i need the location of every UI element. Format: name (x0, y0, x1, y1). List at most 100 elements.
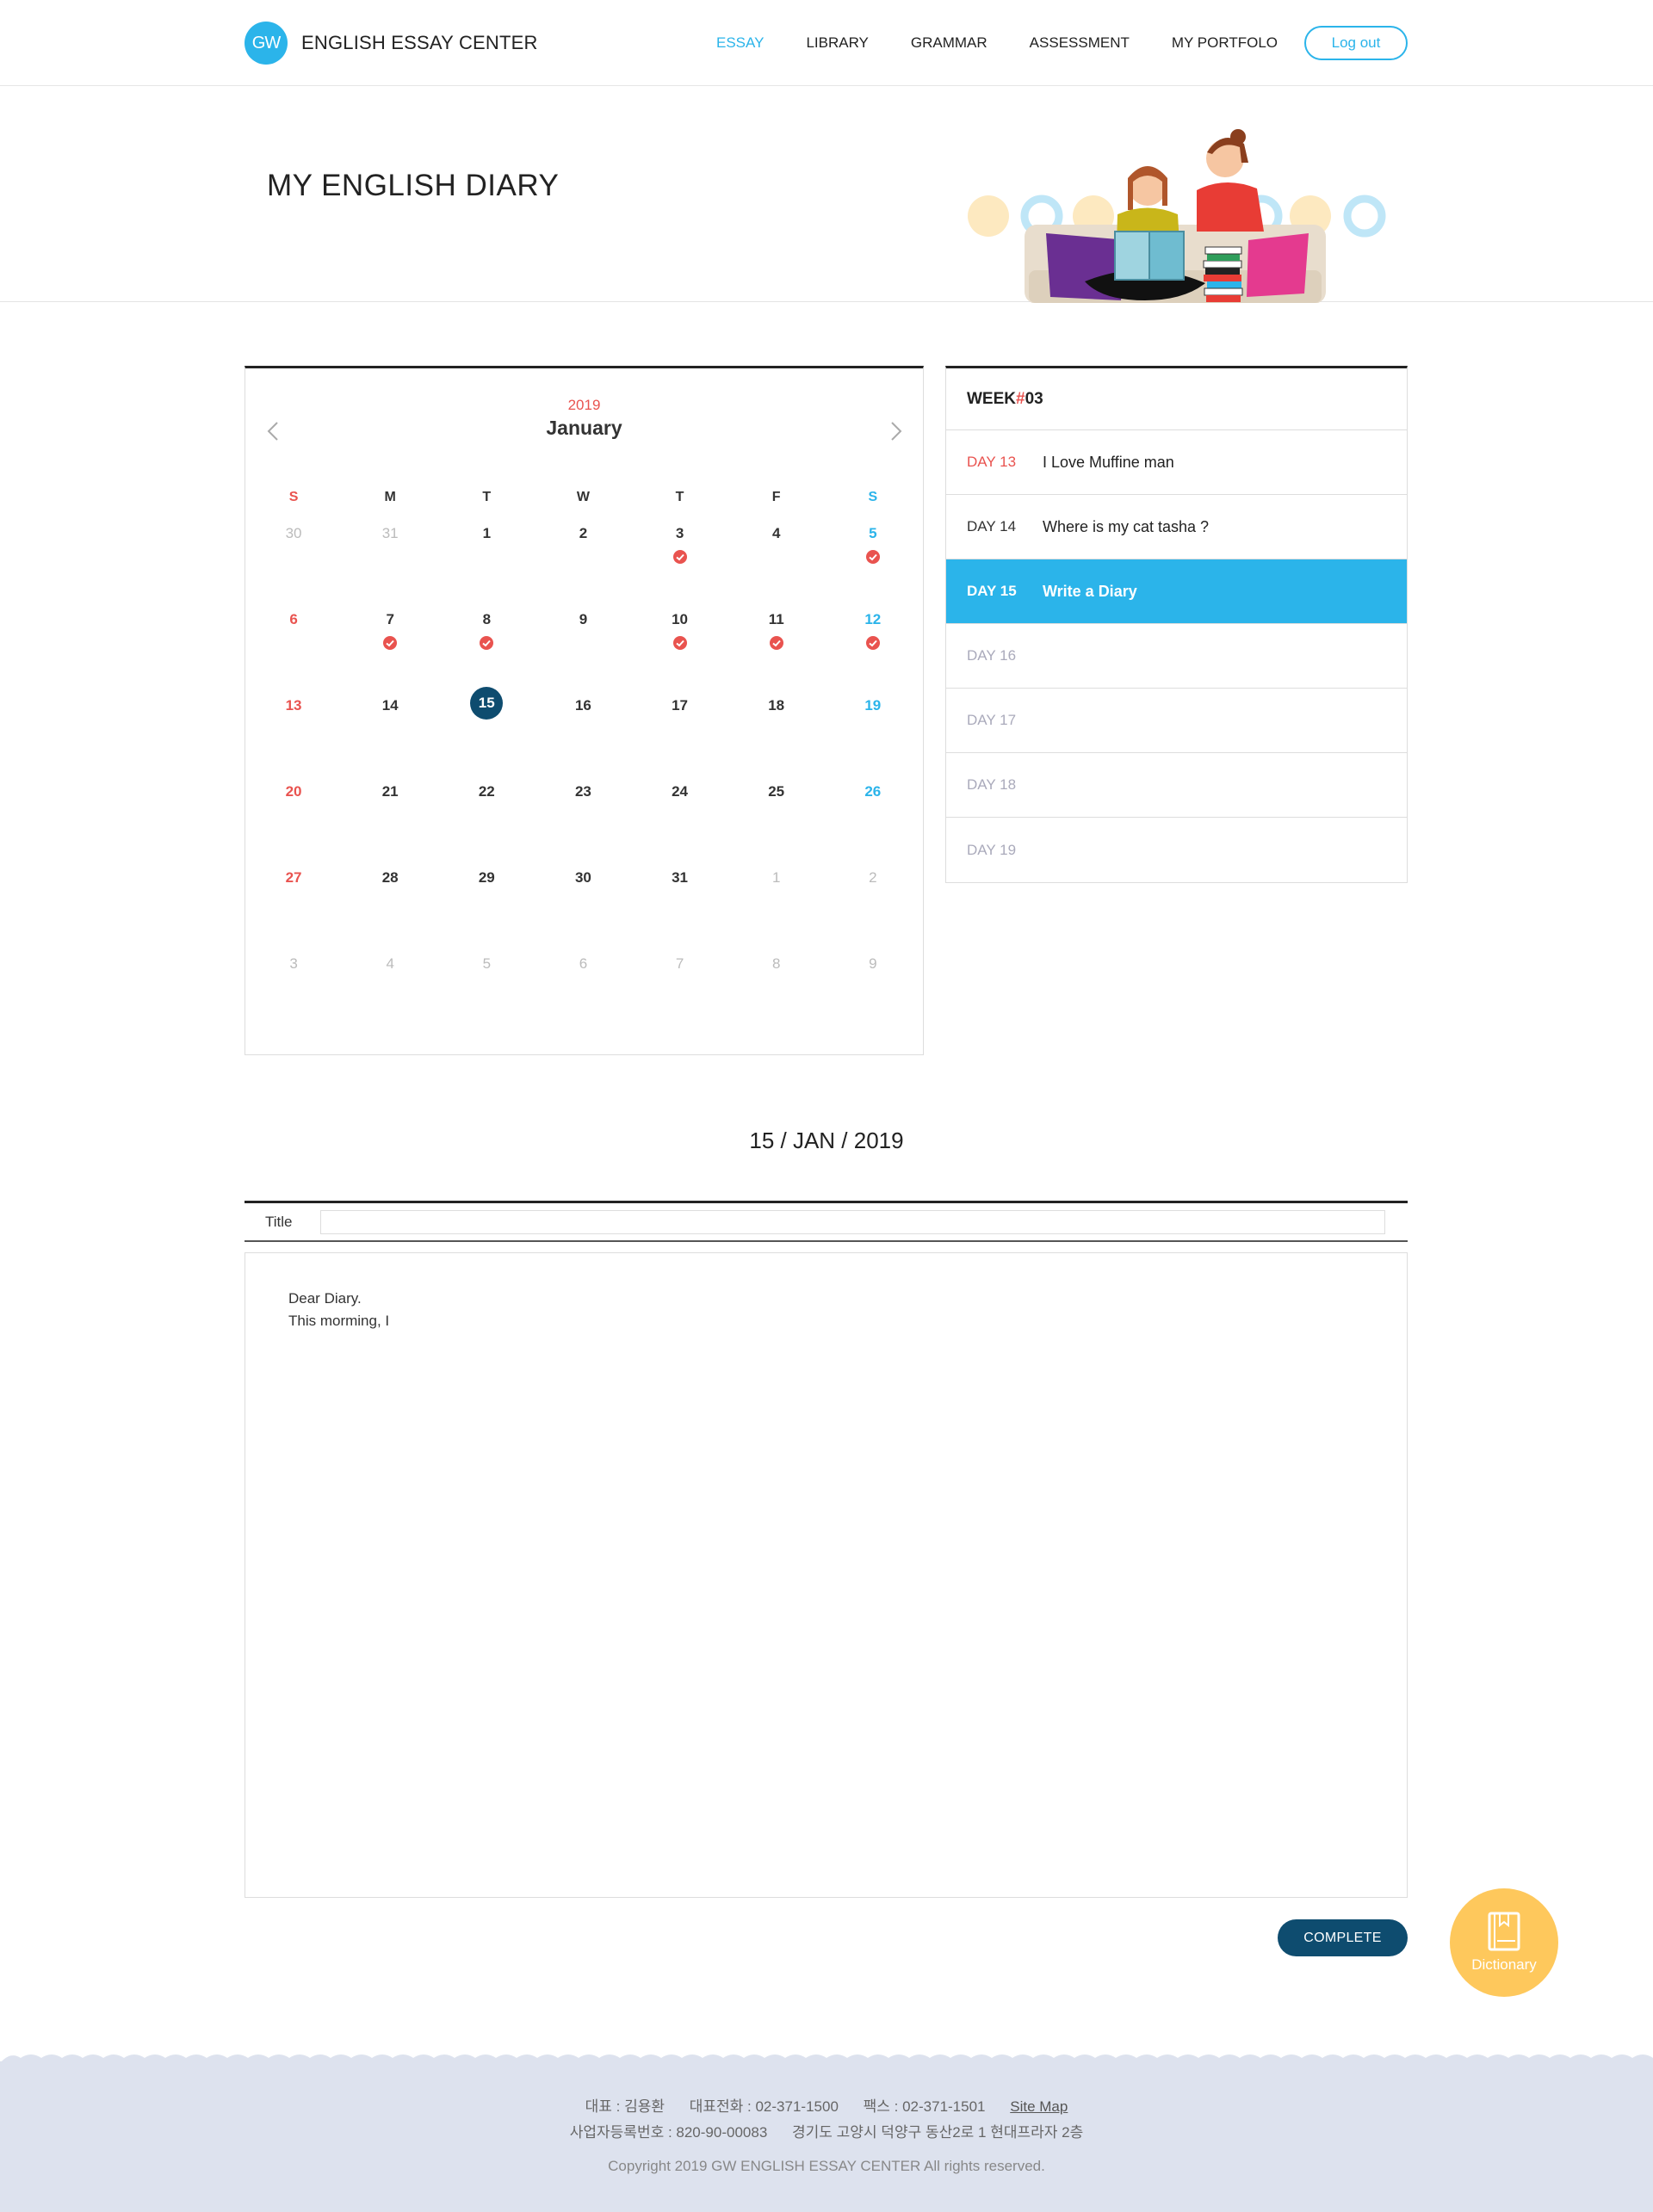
calendar-day[interactable]: 31 (632, 859, 728, 945)
calendar-day-number: 8 (771, 955, 781, 972)
calendar-weeks: 30 31 1 2 3 4 5 6 7 8 9 10 11 12 13 14 15 16 17 18 19 20 21 22 2… (245, 515, 921, 1031)
day-row-13[interactable]: DAY 13 I Love Muffine man (946, 430, 1407, 495)
day-label: DAY 16 (967, 647, 1017, 664)
check-circle-icon (672, 636, 687, 650)
calendar-day[interactable]: 6 (535, 945, 631, 1031)
nav-grammar[interactable]: GRAMMAR (911, 34, 987, 52)
calendar-day-number: 30 (574, 869, 591, 886)
calendar-day[interactable]: 9 (825, 945, 921, 1031)
calendar-day[interactable]: 30 (245, 515, 342, 601)
calendar-day[interactable]: 17 (632, 687, 728, 773)
check-circle-icon (672, 550, 687, 564)
calendar-day[interactable]: 15 (438, 687, 535, 773)
nav-essay[interactable]: ESSAY (716, 34, 764, 52)
calendar-day[interactable]: 2 (535, 515, 631, 601)
footer-sitemap-link[interactable]: Site Map (1010, 2098, 1068, 2115)
complete-button[interactable]: COMPLETE (1278, 1919, 1408, 1956)
calendar-day-number: 12 (864, 611, 882, 627)
calendar-day[interactable]: 12 (825, 601, 921, 687)
calendar-day[interactable]: 28 (342, 859, 438, 945)
calendar-day[interactable]: 27 (245, 859, 342, 945)
calendar-day[interactable]: 4 (728, 515, 825, 601)
calendar-day[interactable]: 1 (438, 515, 535, 601)
day-topic: I Love Muffine man (1043, 453, 1174, 471)
calendar-day-number: 2 (579, 525, 588, 541)
calendar-day[interactable]: 3 (632, 515, 728, 601)
calendar-day[interactable]: 9 (535, 601, 631, 687)
logo[interactable]: GW ENGLISH ESSAY CENTER (245, 22, 538, 65)
day-row-15[interactable]: DAY 15 Write a Diary (946, 559, 1407, 624)
calendar-day-number: 1 (482, 525, 492, 541)
footer-tel: 대표전화 : 02-371-1500 (689, 2098, 839, 2115)
calendar-day[interactable]: 29 (438, 859, 535, 945)
calendar-day-number: 2 (869, 869, 877, 886)
calendar-week-row: 27 28 29 30 31 1 2 (245, 859, 921, 945)
dictionary-button[interactable]: Dictionary (1450, 1888, 1558, 1997)
footer-address-line: 사업자등록번호 : 820-90-00083 경기도 고양시 덕양구 동산2로 … (0, 2120, 1653, 2141)
calendar-day-number: 31 (381, 525, 399, 541)
calendar-day[interactable]: 5 (825, 515, 921, 601)
calendar-day-number: 3 (675, 525, 684, 541)
day-row-17[interactable]: DAY 17 (946, 689, 1407, 753)
calendar-day[interactable]: 23 (535, 773, 631, 859)
weekday-mon: M (384, 490, 396, 504)
calendar-day[interactable]: 22 (438, 773, 535, 859)
calendar-day[interactable]: 11 (728, 601, 825, 687)
day-row-16[interactable]: DAY 16 (946, 624, 1407, 689)
calendar-day[interactable]: 16 (535, 687, 631, 773)
calendar-day[interactable]: 4 (342, 945, 438, 1031)
calendar-day[interactable]: 14 (342, 687, 438, 773)
calendar-day-number: 13 (285, 697, 302, 714)
day-row-19[interactable]: DAY 19 (946, 818, 1407, 882)
calendar-day[interactable]: 8 (728, 945, 825, 1031)
day-row-14[interactable]: DAY 14 Where is my cat tasha ? (946, 495, 1407, 559)
calendar-day[interactable]: 31 (342, 515, 438, 601)
calendar-day[interactable]: 6 (245, 601, 342, 687)
calendar-day[interactable]: 26 (825, 773, 921, 859)
calendar-day[interactable]: 24 (632, 773, 728, 859)
calendar-day[interactable]: 5 (438, 945, 535, 1031)
today-marker: 15 (470, 687, 504, 720)
calendar-day-number: 1 (771, 869, 781, 886)
calendar-day-number: 4 (771, 525, 781, 541)
calendar-day[interactable]: 20 (245, 773, 342, 859)
calendar-day[interactable]: 18 (728, 687, 825, 773)
logout-button[interactable]: Log out (1304, 26, 1408, 60)
calendar-day-number: 27 (285, 869, 302, 886)
calendar-week-row: 30 31 1 2 3 4 5 (245, 515, 921, 601)
day-label: DAY 19 (967, 841, 1017, 858)
nav-my-portfolio[interactable]: MY PORTFOLO (1172, 34, 1278, 52)
calendar-day[interactable]: 10 (632, 601, 728, 687)
calendar-day[interactable]: 7 (632, 945, 728, 1031)
title-input[interactable] (320, 1209, 1385, 1234)
calendar-day[interactable]: 1 (728, 859, 825, 945)
calendar-day-number: 21 (381, 783, 399, 800)
calendar-day[interactable]: 19 (825, 687, 921, 773)
calendar-day[interactable]: 3 (245, 945, 342, 1031)
day-label: DAY 15 (967, 583, 1017, 599)
next-month-chevron-icon[interactable] (882, 418, 908, 444)
calendar-day[interactable]: 30 (535, 859, 631, 945)
calendar-day[interactable]: 7 (342, 601, 438, 687)
nav-assessment[interactable]: ASSESSMENT (1030, 34, 1130, 52)
calendar-week-row: 6 7 8 9 10 11 12 (245, 601, 921, 687)
top-header: GW ENGLISH ESSAY CENTER ESSAY LIBRARY GR… (0, 0, 1653, 86)
calendar-day-number: 17 (672, 697, 689, 714)
calendar-day[interactable]: 25 (728, 773, 825, 859)
calendar-day[interactable]: 2 (825, 859, 921, 945)
weekday-tue: T (482, 490, 492, 504)
title-row: Title (245, 1201, 1408, 1242)
check-circle-icon (480, 636, 494, 650)
calendar-day-number: 26 (864, 783, 882, 800)
calendar-day[interactable]: 8 (438, 601, 535, 687)
nav-library[interactable]: LIBRARY (806, 34, 868, 52)
main-nav: ESSAY LIBRARY GRAMMAR ASSESSMENT MY PORT… (716, 0, 1320, 86)
calendar-week-row: 20 21 22 23 24 25 26 (245, 773, 921, 859)
diary-body-textarea[interactable] (245, 1252, 1408, 1898)
calendar-grid: S M T W T F S 30 31 1 2 3 4 5 6 7 8 9 10 11 12 13 14 15 1… (245, 480, 921, 1031)
calendar-day[interactable]: 21 (342, 773, 438, 859)
calendar-day[interactable]: 13 (245, 687, 342, 773)
calendar-day-number: 9 (579, 611, 588, 627)
footer-info-line: 대표 : 김용환 대표전화 : 02-371-1500 팩스 : 02-371-… (0, 2094, 1653, 2116)
day-row-18[interactable]: DAY 18 (946, 753, 1407, 818)
